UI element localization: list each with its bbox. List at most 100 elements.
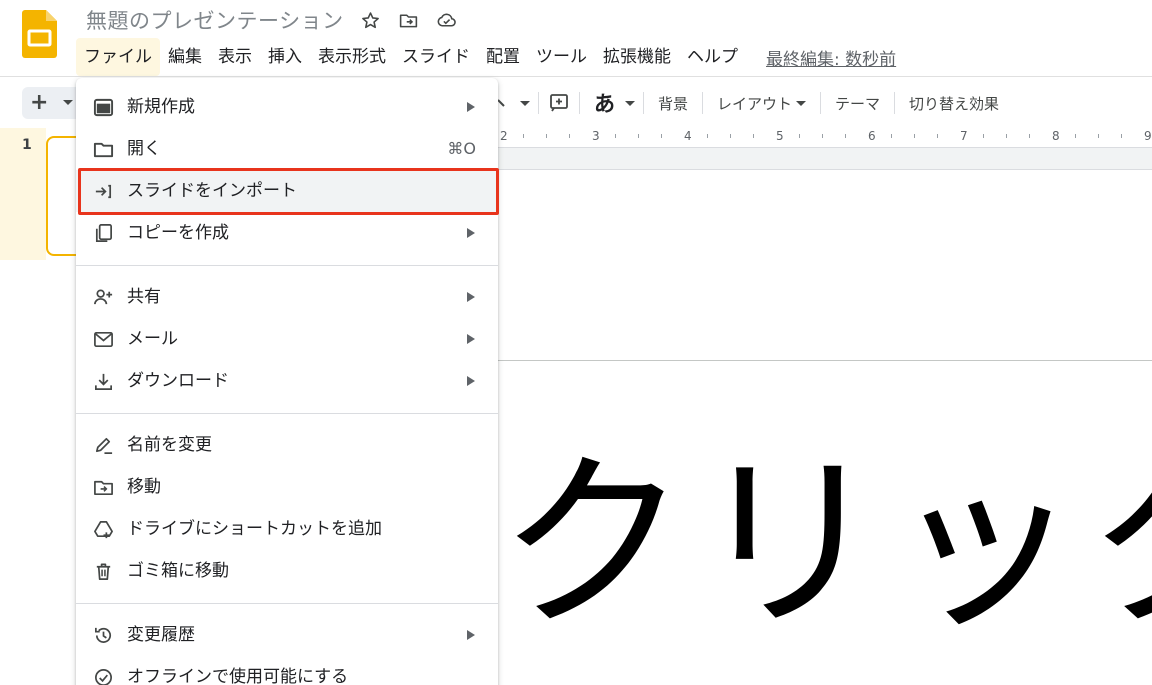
cloud-saved-icon[interactable] — [436, 9, 458, 31]
menu-item-download[interactable]: ダウンロード — [76, 360, 498, 402]
ruler-tick — [845, 134, 846, 138]
background-button[interactable]: 背景 — [652, 93, 694, 114]
ruler-tick — [1006, 134, 1007, 138]
ruler-tick — [891, 134, 892, 138]
toolbar-divider — [894, 92, 896, 114]
menu-file[interactable]: ファイル — [76, 38, 160, 76]
layout-button[interactable]: レイアウト — [711, 93, 812, 114]
menu-item-add-shortcut[interactable]: ドライブにショートカットを追加 — [76, 508, 498, 550]
menu-item-rename[interactable]: 名前を変更 — [76, 424, 498, 466]
menu-item-label: 新規作成 — [127, 97, 195, 117]
ruler-tick — [937, 134, 938, 138]
toolbar-divider — [538, 92, 539, 114]
menu-item-label: メール — [127, 329, 178, 349]
menu-item-label: 移動 — [127, 477, 161, 497]
menu-item-label: 変更履歴 — [127, 625, 195, 645]
comment-add-icon[interactable] — [547, 91, 571, 115]
menu-item-move[interactable]: 移動 — [76, 466, 498, 508]
menu-item-label: 名前を変更 — [127, 435, 212, 455]
ruler-tick — [1029, 134, 1030, 138]
toolbar-divider — [820, 92, 822, 114]
layout-label: レイアウト — [717, 94, 793, 113]
menu-item-label: 共有 — [127, 287, 161, 307]
ruler-tick — [914, 134, 915, 138]
rename-icon — [92, 434, 114, 456]
ruler-tick — [661, 134, 662, 138]
menu-item-share[interactable]: 共有 — [76, 276, 498, 318]
menu-item-email[interactable]: メール — [76, 318, 498, 360]
ruler-tick — [546, 134, 547, 138]
last-edit-link[interactable]: 最終編集: 数秒前 — [766, 45, 896, 70]
slides-logo-icon[interactable] — [22, 10, 57, 58]
toolbar-divider — [579, 92, 580, 114]
menu-item-label: ゴミ箱に移動 — [127, 561, 229, 581]
star-icon[interactable] — [360, 9, 382, 31]
menu-item-label: 開く — [127, 139, 161, 159]
menu-help[interactable]: ヘルプ — [679, 38, 746, 76]
menu-bar: ファイル 編集 表示 挿入 表示形式 スライド 配置 ツール 拡張機能 ヘルプ … — [76, 38, 896, 76]
ruler-number: 7 — [960, 129, 968, 143]
menu-item-offline[interactable]: オフラインで使用可能にする — [76, 656, 498, 685]
menu-slide[interactable]: スライド — [394, 38, 478, 76]
font-dropdown-icon[interactable] — [625, 100, 635, 106]
download-icon — [92, 370, 114, 392]
menu-view[interactable]: 表示 — [210, 38, 260, 76]
submenu-arrow-icon — [467, 102, 475, 112]
slide-boundary — [498, 360, 1152, 361]
submenu-arrow-icon — [467, 292, 475, 302]
new-slide-icon: + — [30, 90, 49, 115]
menu-insert[interactable]: 挿入 — [260, 38, 310, 76]
person-add-icon — [92, 286, 114, 308]
trash-icon — [92, 560, 114, 582]
theme-button[interactable]: テーマ — [829, 93, 886, 114]
menu-item-make-copy[interactable]: コピーを作成 — [76, 212, 498, 254]
new-doc-icon — [92, 96, 114, 118]
menu-item-label: オフラインで使用可能にする — [127, 667, 349, 685]
drive-shortcut-icon — [92, 518, 114, 540]
slide-placeholder-text[interactable]: クリック — [498, 430, 1152, 660]
import-slides-highlight-frame — [78, 168, 499, 215]
ruler-tick — [638, 134, 639, 138]
menu-item-version-history[interactable]: 変更履歴 — [76, 614, 498, 656]
ruler-number: 2 — [500, 129, 508, 143]
submenu-arrow-icon — [467, 334, 475, 344]
move-to-folder-icon[interactable] — [398, 9, 420, 31]
new-slide-dropdown-icon[interactable] — [63, 100, 73, 105]
menu-edit[interactable]: 編集 — [160, 38, 210, 76]
toolbar-divider — [702, 92, 704, 114]
menu-format[interactable]: 表示形式 — [310, 38, 394, 76]
slide-number: 1 — [22, 137, 32, 153]
menu-tools[interactable]: ツール — [528, 38, 595, 76]
ruler-tick — [1121, 134, 1122, 138]
menu-item-label: ダウンロード — [127, 371, 229, 391]
ruler-tick — [615, 134, 616, 138]
ruler-number: 6 — [868, 129, 876, 143]
menu-item-trash[interactable]: ゴミ箱に移動 — [76, 550, 498, 592]
ruler-tick — [730, 134, 731, 138]
offline-icon — [92, 666, 114, 685]
line-dropdown-icon[interactable] — [520, 100, 530, 106]
ruler-tick — [753, 134, 754, 138]
font-button[interactable]: あ — [588, 88, 621, 118]
menu-divider — [76, 413, 498, 414]
transition-button[interactable]: 切り替え効果 — [903, 93, 1005, 114]
menu-extensions[interactable]: 拡張機能 — [595, 38, 679, 76]
ruler-tick — [707, 134, 708, 138]
menu-arrange[interactable]: 配置 — [478, 38, 528, 76]
document-title[interactable]: 無題のプレゼンテーション — [86, 5, 344, 35]
folder-icon — [92, 138, 114, 160]
history-icon — [92, 624, 114, 646]
ruler-tick — [822, 134, 823, 138]
move-folder-icon — [92, 476, 114, 498]
ruler-number: 8 — [1052, 129, 1060, 143]
menu-divider — [76, 265, 498, 266]
submenu-arrow-icon — [467, 630, 475, 640]
ruler-tick — [1075, 134, 1076, 138]
ruler-tick — [569, 134, 570, 138]
canvas-background — [498, 148, 1152, 170]
menu-item-open[interactable]: 開く ⌘O — [76, 128, 498, 170]
submenu-arrow-icon — [467, 376, 475, 386]
menu-item-label: コピーを作成 — [127, 223, 229, 243]
menu-divider — [76, 603, 498, 604]
menu-item-new[interactable]: 新規作成 — [76, 86, 498, 128]
